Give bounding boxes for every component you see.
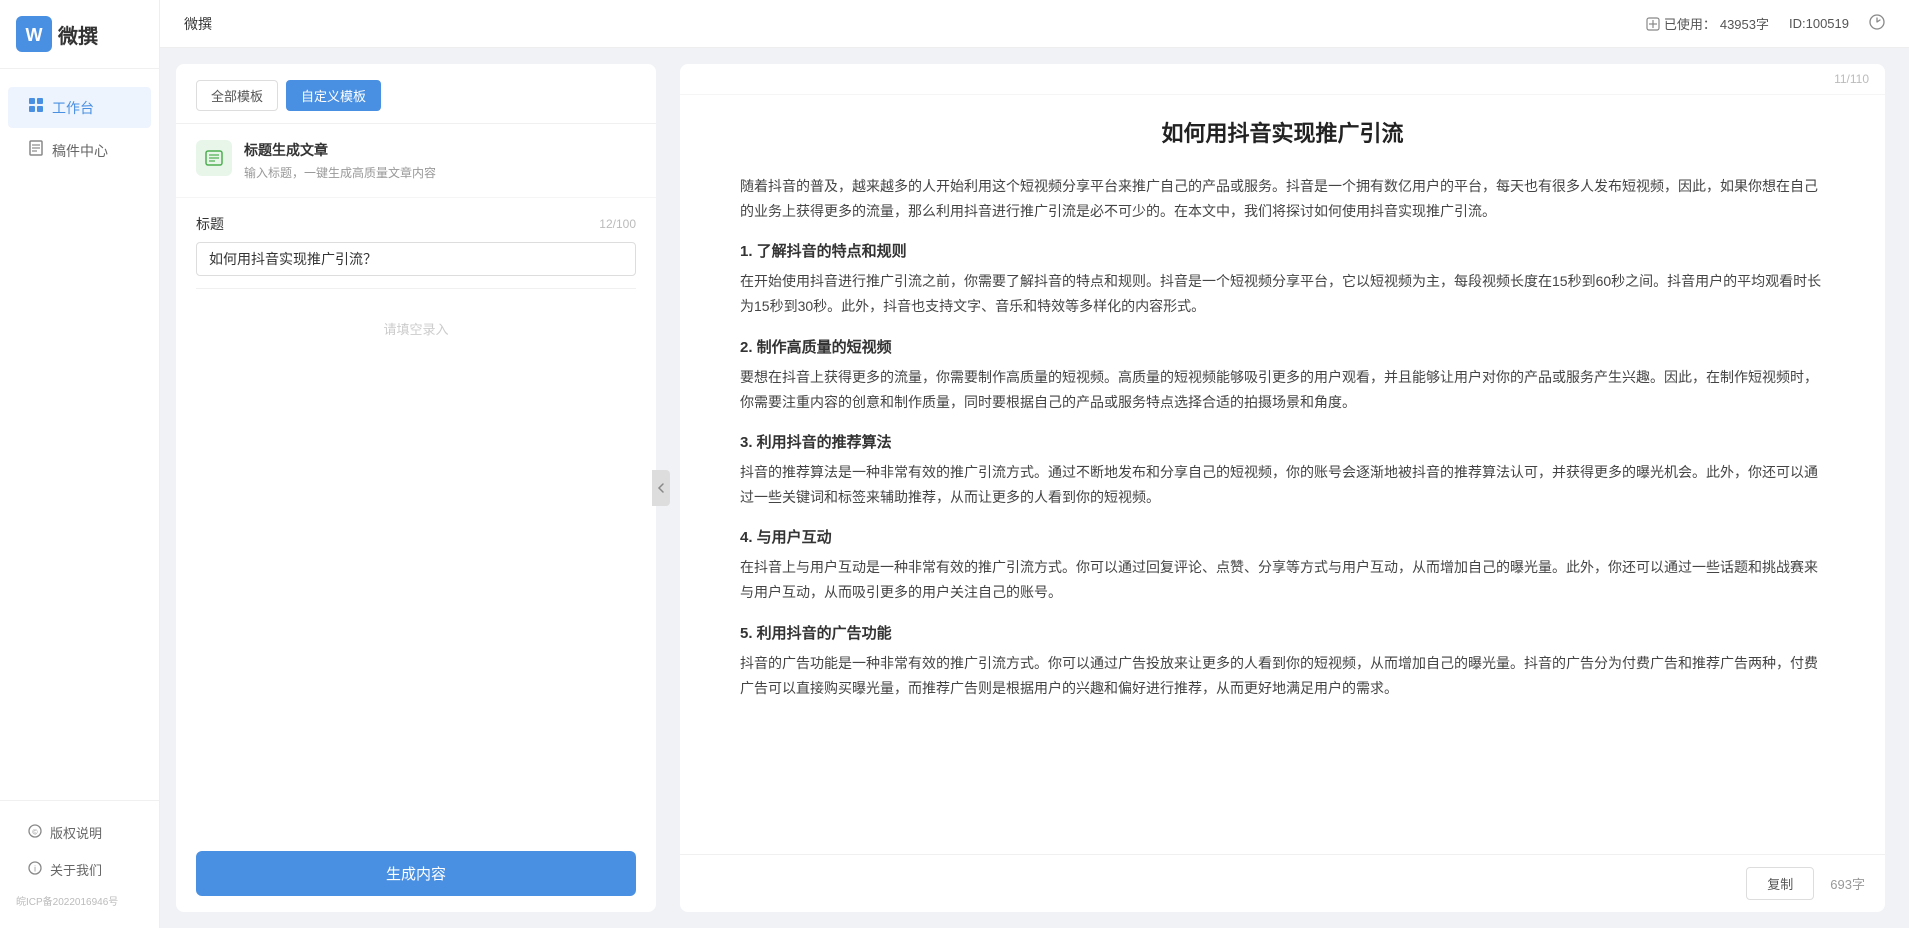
section-content-1: 在开始使用抖音进行推广引流之前，你需要了解抖音的特点和规则。抖音是一个短视频分享… <box>740 269 1825 319</box>
header-right: 已使用： 43953字 ID:100519 <box>1646 14 1885 33</box>
article-body: 如何用抖音实现推广引流 随着抖音的普及，越来越多的人开始利用这个短视频分享平台来… <box>680 95 1885 854</box>
template-card[interactable]: 标题生成文章 输入标题，一键生成高质量文章内容 <box>176 124 656 198</box>
content-area: 全部模板 自定义模板 标题生成文章 输入标题，一键生成高质量文章内容 标题 12… <box>160 48 1909 928</box>
textarea-placeholder-area: 请填空录入 <box>196 288 636 839</box>
section-title-4: 4. 与用户互动 <box>740 526 1825 547</box>
section-content-4: 在抖音上与用户互动是一种非常有效的推广引流方式。你可以通过回复评论、点赞、分享等… <box>740 555 1825 605</box>
sidebar-item-copyright-label: 版权说明 <box>50 823 102 842</box>
section-content-2: 要想在抖音上获得更多的流量，你需要制作高质量的短视频。高质量的短视频能够吸引更多… <box>740 365 1825 415</box>
usage-icon <box>1646 17 1660 31</box>
form-section: 标题 12/100 请填空录入 生成内容 <box>176 198 656 912</box>
left-panel: 全部模板 自定义模板 标题生成文章 输入标题，一键生成高质量文章内容 标题 12… <box>176 64 656 912</box>
sidebar-copyright: 皖ICP备2022016946号 <box>0 889 159 916</box>
section-content-5: 抖音的广告功能是一种非常有效的推广引流方式。你可以通过广告投放来让更多的人看到你… <box>740 651 1825 701</box>
workbench-icon <box>28 97 44 118</box>
header-usage: 已使用： 43953字 <box>1646 14 1769 33</box>
sidebar-item-drafts[interactable]: 稿件中心 <box>8 130 151 171</box>
section-content-3: 抖音的推荐算法是一种非常有效的推广引流方式。通过不断地发布和分享自己的短视频，你… <box>740 460 1825 510</box>
section-title-3: 3. 利用抖音的推荐算法 <box>740 431 1825 452</box>
logo: W 微撰 <box>0 0 159 69</box>
form-label: 标题 <box>196 214 224 234</box>
copyright-icon: © <box>28 824 42 841</box>
usage-label: 已使用： <box>1664 14 1716 33</box>
logout-icon[interactable] <box>1869 14 1885 33</box>
logo-text: 微撰 <box>58 20 98 49</box>
template-tabs: 全部模板 自定义模板 <box>176 64 656 124</box>
generate-button[interactable]: 生成内容 <box>196 851 636 896</box>
header-id: ID:100519 <box>1789 16 1849 31</box>
article-intro: 随着抖音的普及，越来越多的人开始利用这个短视频分享平台来推广自己的产品或服务。抖… <box>740 174 1825 224</box>
template-info: 标题生成文章 输入标题，一键生成高质量文章内容 <box>244 140 636 181</box>
textarea-placeholder-text: 请填空录入 <box>383 319 448 338</box>
sidebar-item-drafts-label: 稿件中心 <box>52 141 108 161</box>
svg-text:i: i <box>34 865 36 874</box>
word-count: 693字 <box>1830 874 1865 893</box>
form-counter: 12/100 <box>599 217 636 231</box>
header-title: 微撰 <box>184 14 212 34</box>
collapse-button[interactable] <box>652 470 670 506</box>
usage-count: 43953字 <box>1720 14 1769 33</box>
sidebar-item-workbench-label: 工作台 <box>52 98 94 118</box>
tab-custom[interactable]: 自定义模板 <box>286 80 381 111</box>
page-info: 11/110 <box>1834 72 1869 86</box>
copy-button[interactable]: 复制 <box>1746 867 1814 900</box>
sidebar-item-copyright[interactable]: © 版权说明 <box>8 815 151 850</box>
form-label-row: 标题 12/100 <box>196 214 636 234</box>
main: 微撰 已使用： 43953字 ID:100519 全部模板 自定义模板 <box>160 0 1909 928</box>
article-header: 11/110 <box>680 64 1885 95</box>
section-title-5: 5. 利用抖音的广告功能 <box>740 622 1825 643</box>
title-input[interactable] <box>196 242 636 276</box>
logo-icon: W <box>16 16 52 52</box>
template-name: 标题生成文章 <box>244 140 636 160</box>
sidebar-item-about-label: 关于我们 <box>50 860 102 879</box>
section-title-1: 1. 了解抖音的特点和规则 <box>740 240 1825 261</box>
template-desc: 输入标题，一键生成高质量文章内容 <box>244 164 636 181</box>
header: 微撰 已使用： 43953字 ID:100519 <box>160 0 1909 48</box>
article-footer: 复制 693字 <box>680 854 1885 912</box>
sidebar-footer: © 版权说明 i 关于我们 皖ICP备2022016946号 <box>0 800 159 928</box>
drafts-icon <box>28 140 44 161</box>
right-panel: 11/110 如何用抖音实现推广引流 随着抖音的普及，越来越多的人开始利用这个短… <box>680 64 1885 912</box>
svg-text:W: W <box>26 25 43 45</box>
sidebar-item-about[interactable]: i 关于我们 <box>8 852 151 887</box>
tab-all[interactable]: 全部模板 <box>196 80 278 111</box>
section-title-2: 2. 制作高质量的短视频 <box>740 336 1825 357</box>
sidebar-item-workbench[interactable]: 工作台 <box>8 87 151 128</box>
sidebar: W 微撰 工作台 稿件中心 © 版权说明 i 关于我们 <box>0 0 160 928</box>
svg-text:©: © <box>32 829 38 837</box>
article-title: 如何用抖音实现推广引流 <box>740 119 1825 150</box>
sidebar-nav: 工作台 稿件中心 <box>0 69 159 800</box>
about-icon: i <box>28 861 42 878</box>
template-icon <box>196 140 232 176</box>
